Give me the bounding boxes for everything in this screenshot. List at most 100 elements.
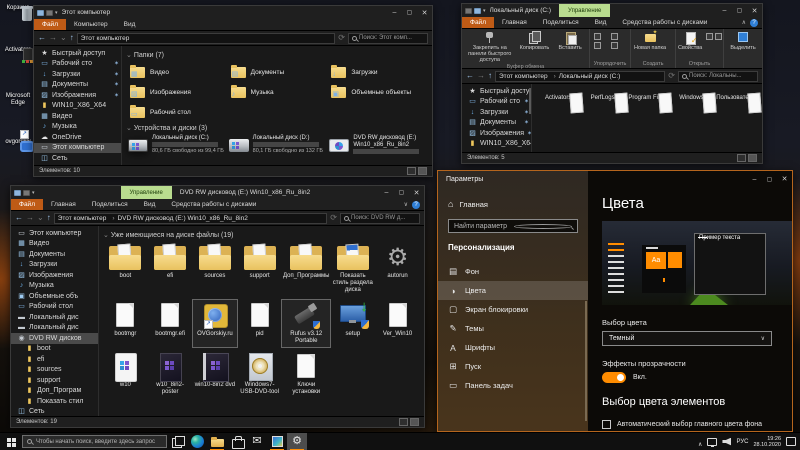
taskbar-app-icon[interactable]	[207, 433, 227, 450]
sidebar-item[interactable]: Документы	[11, 249, 98, 260]
properties-button[interactable]: Свойства	[678, 30, 702, 51]
settings-nav-item[interactable]: ✎ Темы	[438, 319, 588, 338]
folder-item[interactable]: ▨ Изображения	[126, 82, 227, 102]
scrollbar[interactable]	[585, 301, 587, 421]
manage-tab[interactable]: Управление	[121, 186, 172, 199]
back-button[interactable]: ←	[38, 34, 46, 42]
sidebar-item[interactable]: efi	[11, 354, 98, 365]
menu-tab[interactable]: Файл	[34, 19, 66, 30]
back-button[interactable]: ←	[15, 214, 23, 222]
sidebar-item[interactable]: Загрузки	[11, 260, 98, 271]
menu-tab[interactable]: Вид	[116, 19, 144, 30]
address-field[interactable]: Этот компьютер	[77, 33, 336, 44]
home-nav-item[interactable]: Главная	[438, 197, 588, 211]
file-item[interactable]: setup	[330, 300, 375, 347]
ribbon-tab[interactable]: Поделиться	[535, 17, 587, 28]
help-icon[interactable]	[412, 201, 420, 209]
organize-buttons[interactable]	[592, 30, 628, 49]
tray-overflow-chevron-icon[interactable]	[698, 433, 702, 450]
folder-item[interactable]: Пользователи	[714, 91, 758, 104]
file-item[interactable]: w10_8in2-poster	[148, 351, 193, 398]
drive-item[interactable]: DVD RW дисковод (E:) Win10_x86_Ru_8in2	[327, 135, 428, 154]
folder-item[interactable]: Activators	[536, 91, 580, 104]
file-item[interactable]: Ключи установки	[282, 351, 330, 398]
sidebar-item[interactable]: Быстрый доступ	[462, 86, 531, 97]
sidebar-item[interactable]: Объемные объ	[11, 291, 98, 302]
breadcrumb[interactable]: Этот компьютер	[81, 35, 130, 42]
close-button[interactable]	[417, 6, 432, 19]
sidebar-item[interactable]: Этот компьютер	[11, 228, 98, 239]
color-mode-select[interactable]: Темный∨	[602, 331, 772, 346]
desktop-icon[interactable]: Activators	[0, 46, 36, 54]
minimize-button[interactable]	[387, 6, 402, 19]
close-button[interactable]	[777, 171, 792, 187]
sidebar-item[interactable]: Изображения	[462, 128, 531, 139]
folder-item[interactable]: Windows	[669, 91, 713, 104]
quick-access-toolbar[interactable]: ▾	[37, 10, 58, 16]
manage-tab[interactable]: Управление	[559, 4, 610, 17]
thumbnails-view-button[interactable]	[410, 418, 419, 426]
group-header-drives[interactable]: Устройства и диски (3)	[126, 124, 428, 132]
file-item[interactable]: win10-8in2 dvd	[193, 351, 238, 398]
sidebar-item[interactable]: Рабочий стол	[11, 302, 98, 313]
group-header-files[interactable]: Уже имеющиеся на диске файлы (19)	[103, 231, 420, 239]
folder-item[interactable]: ▭ Рабочий стол	[126, 102, 227, 122]
settings-nav-item[interactable]: A Шрифты	[438, 338, 588, 357]
new-folder-button[interactable]: Новая папка	[633, 30, 667, 51]
folder-item[interactable]: ▣ Объемные объекты	[327, 82, 428, 102]
file-item[interactable]: Доп_Программы	[282, 242, 330, 296]
sidebar-item[interactable]: WIN10_X86_X64	[462, 139, 531, 150]
settings-nav-item[interactable]: ▢ Экран блокировки	[438, 300, 588, 319]
minimize-button[interactable]	[717, 4, 732, 17]
folder-item[interactable]: ♪ Музыка	[227, 82, 328, 102]
ribbon-tab[interactable]: Средства работы с дисками	[614, 17, 715, 28]
file-item[interactable]: pid	[237, 300, 282, 347]
taskbar-app-icon[interactable]	[187, 433, 207, 450]
file-item[interactable]: Rufus v3.12 Portable	[282, 300, 330, 347]
sidebar-item[interactable]: DVD RW дисков	[11, 333, 98, 344]
pin-to-quick-access-button[interactable]: Закрепить на панели быстрого доступа	[464, 30, 516, 63]
sidebar-item[interactable]: Музыка	[11, 281, 98, 292]
sidebar-item[interactable]: Этот компьютер	[34, 143, 121, 154]
sidebar-item[interactable]: Музыка	[34, 122, 121, 133]
folder-item[interactable]: ↓ Загрузки	[327, 62, 428, 82]
file-item[interactable]: Ver_Win10	[375, 300, 420, 347]
maximize-button[interactable]	[402, 6, 417, 19]
clock[interactable]: 19:2628.10.2020	[753, 436, 781, 448]
back-button[interactable]: ←	[466, 72, 474, 80]
details-view-button[interactable]	[407, 167, 416, 175]
minimize-button[interactable]	[747, 171, 762, 187]
details-view-button[interactable]	[737, 154, 746, 162]
sidebar-item[interactable]: Видео	[34, 111, 121, 122]
file-item[interactable]: efi	[148, 242, 193, 296]
forward-button[interactable]: →	[477, 72, 485, 80]
close-button[interactable]	[747, 4, 762, 17]
help-icon[interactable]	[750, 19, 758, 27]
ribbon-tab[interactable]: Поделиться	[84, 199, 136, 210]
sidebar-item[interactable]: Сеть	[34, 153, 121, 164]
select-button[interactable]: Выделить	[726, 30, 760, 51]
close-button[interactable]	[409, 186, 424, 199]
forward-button[interactable]: →	[49, 34, 57, 42]
drive-item[interactable]: Локальный диск (C:) 80,6 ГБ свободно из …	[126, 135, 227, 154]
desktop-icon[interactable]: ovgorskiy	[0, 138, 36, 146]
sidebar-item[interactable]: sources	[11, 365, 98, 376]
up-button[interactable]: ↑	[488, 72, 492, 80]
details-view-button[interactable]	[399, 418, 408, 426]
ribbon-tab[interactable]: Главная	[494, 17, 535, 28]
taskbar-app-icon[interactable]	[167, 433, 187, 450]
sidebar-item[interactable]: Показать стил	[11, 396, 98, 407]
taskbar-search-input[interactable]: Чтобы начать поиск, введите здесь запрос	[22, 435, 167, 448]
ribbon-tab[interactable]: Вид	[136, 199, 164, 210]
folder-item[interactable]: ▦ Видео	[126, 62, 227, 82]
thumbnails-view-button[interactable]	[748, 154, 757, 162]
minimize-button[interactable]	[379, 186, 394, 199]
recent-locations-button[interactable]: ⌄	[60, 34, 67, 42]
file-item[interactable]: bootmgr.efi	[148, 300, 193, 347]
folder-item[interactable]: Program Files	[625, 91, 669, 104]
desktop-icon[interactable]: Корзина	[0, 4, 36, 12]
title-bar[interactable]: ▾ Этот компьютер	[34, 6, 432, 19]
folder-item[interactable]: ▤ Документы	[227, 62, 328, 82]
search-input[interactable]: Поиск: Локальны...	[678, 71, 758, 82]
sidebar-item[interactable]: Локальный дис	[11, 312, 98, 323]
